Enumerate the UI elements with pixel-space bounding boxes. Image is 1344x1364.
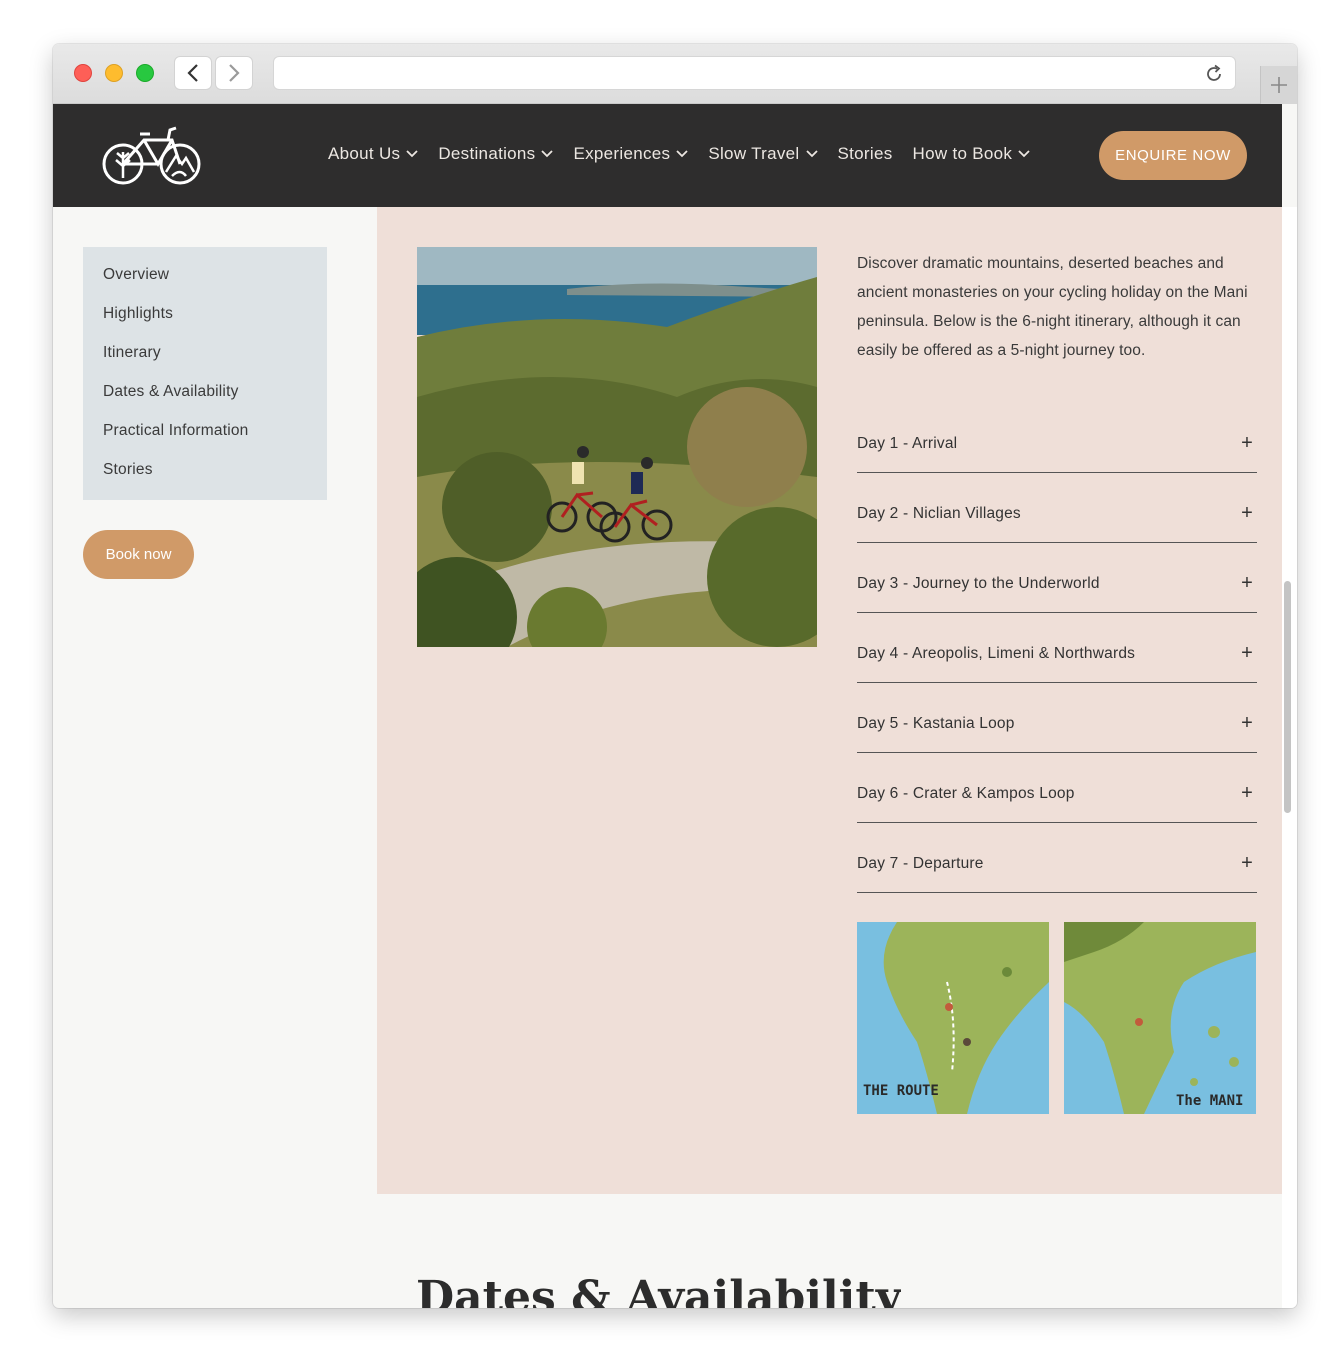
chevron-down-icon [805,150,818,158]
itinerary-day-4[interactable]: Day 4 - Areopolis, Limeni & Northwards + [857,613,1257,683]
nav-experiences[interactable]: Experiences [573,144,688,164]
dates-availability-heading: Dates & Availability [416,1272,902,1308]
plus-icon: + [1241,782,1253,804]
plus-icon: + [1241,642,1253,664]
day-label: Day 3 - Journey to the Underworld [857,574,1100,592]
day-label: Day 1 - Arrival [857,434,958,452]
back-button[interactable] [174,56,212,90]
plus-icon: + [1241,712,1253,734]
day-label: Day 6 - Crater & Kampos Loop [857,784,1075,802]
day-label: Day 4 - Areopolis, Limeni & Northwards [857,644,1136,662]
itinerary-accordion: Day 1 - Arrival + Day 2 - Niclian Villag… [857,403,1257,893]
intro-text: Discover dramatic mountains, deserted be… [857,255,1248,359]
nav-label: Slow Travel [708,144,800,163]
sidebar-item-itinerary[interactable]: Itinerary [103,343,307,382]
day-label: Day 7 - Departure [857,854,984,872]
cyclists-photo [417,247,817,647]
nav-stories[interactable]: Stories [838,144,893,164]
route-map[interactable]: THE ROUTE [857,922,1049,1114]
plus-icon [1271,77,1287,93]
browser-toolbar [53,44,1297,104]
itinerary-section: Discover dramatic mountains, deserted be… [377,207,1282,1194]
itinerary-day-7[interactable]: Day 7 - Departure + [857,823,1257,893]
nav-label: Stories [837,144,893,163]
chevron-down-icon [1018,150,1030,158]
bicycle-logo-icon[interactable] [102,124,202,188]
mani-map-label: The MANI [1176,1093,1243,1109]
main-navigation: About Us Destinations Experiences Slow T… [328,144,1050,164]
book-now-button[interactable]: Book now [83,530,194,579]
forward-button[interactable] [215,56,253,90]
itinerary-day-2[interactable]: Day 2 - Niclian Villages + [857,473,1257,543]
site-header: About Us Destinations Experiences Slow T… [53,104,1282,207]
enquire-now-button[interactable]: ENQUIRE NOW [1099,131,1247,180]
plus-icon: + [1241,502,1253,524]
nav-about-us[interactable]: About Us [328,144,418,164]
day-label: Day 2 - Niclian Villages [857,504,1021,522]
plus-icon: + [1241,852,1253,874]
chevron-down-icon [676,150,688,158]
browser-window: About Us Destinations Experiences Slow T… [53,44,1297,1308]
sidebar-item-dates-availability[interactable]: Dates & Availability [103,382,307,421]
sidebar-item-overview[interactable]: Overview [103,265,307,304]
itinerary-day-6[interactable]: Day 6 - Crater & Kampos Loop + [857,753,1257,823]
nav-slow-travel[interactable]: Slow Travel [708,144,818,164]
minimize-window-button[interactable] [105,64,123,82]
chevron-down-icon [541,150,554,158]
chevron-left-icon [187,64,198,82]
nav-label: How to Book [912,144,1013,163]
nav-label: About Us [328,144,401,163]
section-menu: Overview Highlights Itinerary Dates & Av… [83,247,327,500]
route-map-label: THE ROUTE [863,1083,939,1099]
sidebar-item-practical-information[interactable]: Practical Information [103,421,307,460]
itinerary-day-3[interactable]: Day 3 - Journey to the Underworld + [857,543,1257,613]
map-gallery: THE ROUTE The MANI [857,922,1256,1114]
itinerary-day-1[interactable]: Day 1 - Arrival + [857,403,1257,473]
reload-icon[interactable] [1203,63,1225,85]
nav-destinations[interactable]: Destinations [438,144,554,164]
nav-label: Destinations [438,144,536,163]
plus-icon: + [1241,572,1253,594]
mani-map[interactable]: The MANI [1064,922,1256,1114]
day-label: Day 5 - Kastania Loop [857,714,1015,732]
new-tab-button[interactable] [1260,66,1297,104]
itinerary-day-5[interactable]: Day 5 - Kastania Loop + [857,683,1257,753]
sidebar-item-stories[interactable]: Stories [103,460,307,499]
chevron-down-icon [406,150,418,158]
nav-label: Experiences [573,144,671,163]
close-window-button[interactable] [74,64,92,82]
nav-how-to-book[interactable]: How to Book [913,144,1031,164]
plus-icon: + [1241,432,1253,454]
address-bar[interactable] [273,56,1236,90]
zoom-window-button[interactable] [136,64,154,82]
chevron-right-icon [229,64,240,82]
scrollbar[interactable] [1284,581,1291,813]
sidebar-item-highlights[interactable]: Highlights [103,304,307,343]
